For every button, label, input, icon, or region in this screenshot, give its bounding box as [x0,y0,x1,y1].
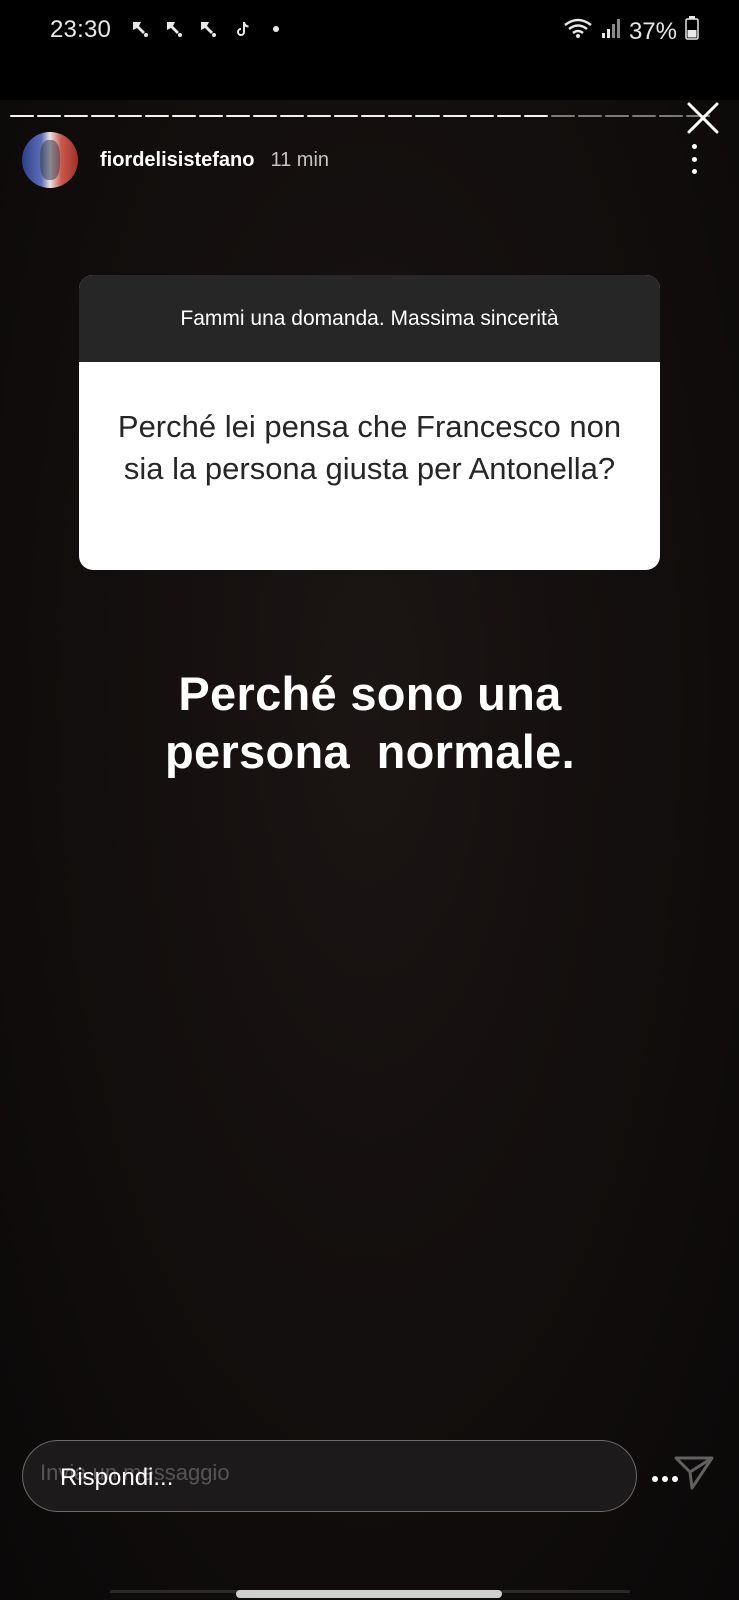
status-right: 37% [563,16,699,47]
status-time: 23:30 [50,16,112,43]
notification-icon [162,17,186,41]
dot-icon [264,17,288,41]
progress-segment [388,115,413,117]
progress-segment [307,115,332,117]
progress-segment [145,115,170,117]
progress-segment [172,115,197,117]
close-button[interactable] [685,100,721,136]
reply-placeholder: Rispondi... [60,1464,174,1491]
story-header: fiordelisistefano 11 min [22,130,329,190]
progress-segment [226,115,251,117]
time-ago: 11 min [270,148,330,171]
more-dot-icon [662,1476,668,1482]
more-dot-icon [691,156,697,162]
notification-icons [128,17,288,41]
progress-segment [658,115,683,117]
progress-segment [37,115,62,117]
progress-segment [523,115,548,117]
progress-segment [604,115,629,117]
answer-line: persona normale. [165,725,575,778]
notification-icon [128,17,152,41]
progress-segment [334,115,359,117]
tiktok-icon [230,17,254,41]
more-dot-icon [691,144,697,149]
username[interactable]: fiordelisistefano [100,149,254,172]
story-viewer[interactable]: fiordelisistefano 11 min Fammi una doman… [0,100,739,1600]
status-bar: 23:30 37% [0,0,739,60]
home-indicator[interactable] [236,1590,502,1598]
question-sticker: Fammi una domanda. Massima sincerità Per… [79,275,660,570]
progress-segment [361,115,386,117]
signal-icon [601,17,621,46]
battery-percent: 37% [628,17,677,45]
answer-text: Perché sono una persona normale. [60,665,680,781]
send-icon[interactable] [670,1448,718,1496]
progress-segment [64,115,89,117]
progress-segment [253,115,278,117]
progress-segment [496,115,521,117]
avatar[interactable] [22,132,78,188]
battery-icon [685,16,699,47]
progress-segment [631,115,656,117]
progress-segment [550,115,575,117]
more-dot-icon [652,1476,658,1482]
progress-segment [577,115,602,117]
progress-segment [469,115,494,117]
answer-line: Perché sono una [178,667,562,720]
notification-icon [196,17,220,41]
more-options-button[interactable] [689,144,699,174]
progress-segment [415,115,440,117]
progress-segment [199,115,224,117]
progress-segment [91,115,116,117]
progress-segment [10,115,35,117]
question-prompt: Fammi una domanda. Massima sincerità [79,275,660,362]
close-icon [687,102,719,134]
progress-segment [442,115,467,117]
more-dot-icon [691,169,697,174]
progress-segment [118,115,143,117]
progress-segment [280,115,305,117]
story-progress-bar [10,115,710,119]
question-text: Perché lei pensa che Francesco non sia l… [117,409,622,486]
wifi-icon [563,17,593,46]
